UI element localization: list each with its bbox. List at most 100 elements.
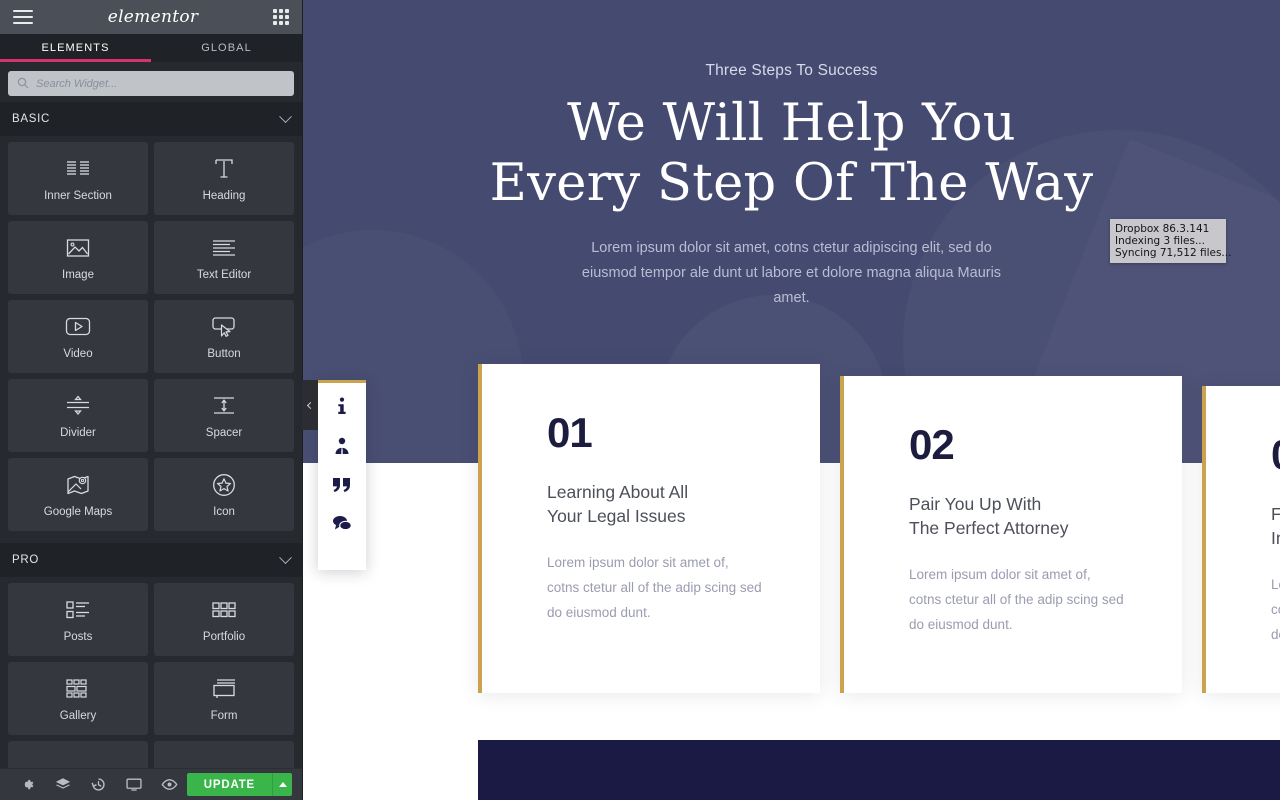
- spacer-icon: [211, 393, 237, 419]
- grid-apps-icon[interactable]: [273, 9, 289, 25]
- chevron-down-icon: [279, 109, 292, 123]
- widget-icon[interactable]: Icon: [154, 458, 294, 531]
- dropbox-status-tooltip: Dropbox 86.3.141 Indexing 3 files... Syn…: [1110, 219, 1232, 263]
- panel-tabs: ELEMENTS GLOBAL: [0, 34, 302, 62]
- portfolio-grid-icon: [211, 597, 237, 623]
- elementor-editor-window: elementor ELEMENTS GLOBAL BASIC: [0, 0, 1280, 800]
- widget-image[interactable]: Image: [8, 221, 148, 294]
- widget-label: Spacer: [205, 426, 243, 439]
- widget-label: Gallery: [59, 709, 97, 722]
- step-title-line1: File And Settle: [1271, 504, 1280, 524]
- widget-label: Button: [207, 347, 241, 360]
- panel-footer-toolbar: UPDATE: [0, 768, 302, 800]
- info-icon[interactable]: [335, 397, 349, 415]
- widget-label: Icon: [213, 505, 235, 518]
- hero-eyebrow: Three Steps To Success: [705, 62, 878, 79]
- collapse-panel-button[interactable]: [302, 380, 318, 430]
- widget-label: Posts: [63, 630, 93, 643]
- widget-label: Form: [210, 709, 238, 722]
- hero-title-line2: Every Step Of The Way: [489, 154, 1094, 213]
- update-options-button[interactable]: [272, 773, 293, 796]
- widget-heading[interactable]: Heading: [154, 142, 294, 215]
- widget-partial-left[interactable]: [8, 741, 148, 768]
- step-body: Lorem ipsum dolor sit amet of, cotns cte…: [1271, 577, 1280, 642]
- widget-portfolio[interactable]: Portfolio: [154, 583, 294, 656]
- step-card[interactable]: 03 File And Settle In Court Lorem ipsum …: [1202, 386, 1280, 693]
- comments-icon[interactable]: [332, 515, 352, 531]
- dropbox-version: Dropbox 86.3.141: [1115, 223, 1210, 235]
- search-icon: [17, 77, 29, 89]
- quote-icon[interactable]: [332, 477, 352, 493]
- step-title: Pair You Up With The Perfect Attorney: [909, 492, 1182, 540]
- chevron-left-icon: [306, 401, 314, 409]
- elementor-logo: elementor: [107, 7, 199, 27]
- panel-header: elementor: [0, 0, 302, 34]
- step-body: Lorem ipsum dolor sit amet of, cotns cte…: [547, 555, 762, 620]
- widget-inner-section[interactable]: Inner Section: [8, 142, 148, 215]
- category-label: BASIC: [12, 113, 51, 125]
- login-icon: [65, 761, 91, 768]
- category-header-basic[interactable]: BASIC: [0, 102, 302, 136]
- dropbox-syncing-status: Syncing 71,512 files...: [1115, 247, 1232, 259]
- widget-partial-right[interactable]: [154, 741, 294, 768]
- floating-shortcut-panel[interactable]: [302, 380, 366, 570]
- user-tie-icon[interactable]: [333, 437, 351, 455]
- step-card[interactable]: 02 Pair You Up With The Perfect Attorney…: [840, 376, 1182, 693]
- tab-elements[interactable]: ELEMENTS: [0, 34, 151, 62]
- gallery-grid-icon: [65, 676, 91, 702]
- gear-icon[interactable]: [10, 769, 45, 800]
- widget-video[interactable]: Video: [8, 300, 148, 373]
- step-body: Lorem ipsum dolor sit amet of, cotns cte…: [909, 567, 1124, 632]
- step-title-line2: Your Legal Issues: [547, 506, 686, 526]
- widget-divider[interactable]: Divider: [8, 379, 148, 452]
- text-t-icon: [212, 156, 236, 182]
- widget-posts[interactable]: Posts: [8, 583, 148, 656]
- dropbox-indexing-status: Indexing 3 files...: [1115, 235, 1205, 247]
- history-icon[interactable]: [81, 769, 116, 800]
- widget-google-maps[interactable]: Google Maps: [8, 458, 148, 531]
- widget-grid-pro: Posts Portfolio Gallery Form: [0, 577, 302, 768]
- hamburger-icon[interactable]: [13, 10, 33, 24]
- caret-up-icon: [278, 782, 287, 787]
- paragraph-lines-icon: [212, 235, 236, 261]
- search-input[interactable]: [36, 77, 294, 90]
- widget-text-editor[interactable]: Text Editor: [154, 221, 294, 294]
- hero-title: We Will Help You Every Step Of The Way: [303, 94, 1280, 214]
- category-header-pro[interactable]: PRO: [0, 543, 302, 577]
- form-monitor-icon: [211, 676, 237, 702]
- hero-title-line1: We Will Help You: [567, 94, 1016, 153]
- step-card[interactable]: 01 Learning About All Your Legal Issues …: [478, 364, 820, 693]
- slides-icon: [211, 761, 237, 769]
- update-button[interactable]: UPDATE: [186, 773, 273, 796]
- widget-label: Heading: [202, 189, 246, 202]
- widget-label: Inner Section: [44, 189, 112, 202]
- step-title-line1: Pair You Up With: [909, 494, 1042, 514]
- monitor-icon[interactable]: [116, 769, 151, 800]
- layers-icon[interactable]: [45, 769, 80, 800]
- widget-list-scroll[interactable]: BASIC Inner Section Heading Image Text E…: [0, 102, 302, 768]
- image-icon: [66, 235, 90, 261]
- step-title-line1: Learning About All: [547, 482, 689, 502]
- widget-button[interactable]: Button: [154, 300, 294, 373]
- hero-paragraph: Lorem ipsum dolor sit amet, cotns ctetur…: [581, 240, 1002, 306]
- posts-list-icon: [65, 597, 91, 623]
- step-number: 02: [909, 421, 955, 468]
- eye-icon[interactable]: [151, 769, 186, 800]
- footer-band: [478, 740, 1280, 800]
- search-widget-container: [0, 62, 302, 102]
- widget-label: Divider: [60, 426, 96, 439]
- widget-label: Google Maps: [43, 505, 113, 518]
- widget-label: Portfolio: [202, 630, 246, 643]
- page-preview-canvas[interactable]: Three Steps To Success We Will Help You …: [303, 0, 1280, 800]
- star-circle-icon: [212, 472, 236, 498]
- button-cursor-icon: [211, 314, 237, 340]
- widget-gallery[interactable]: Gallery: [8, 662, 148, 735]
- chevron-down-icon: [279, 550, 292, 564]
- elementor-widget-panel: elementor ELEMENTS GLOBAL BASIC: [0, 0, 303, 800]
- widget-label: Text Editor: [196, 268, 252, 281]
- step-number: 01: [547, 409, 593, 456]
- widget-form[interactable]: Form: [154, 662, 294, 735]
- search-box[interactable]: [8, 71, 294, 96]
- tab-global[interactable]: GLOBAL: [151, 34, 302, 62]
- widget-spacer[interactable]: Spacer: [154, 379, 294, 452]
